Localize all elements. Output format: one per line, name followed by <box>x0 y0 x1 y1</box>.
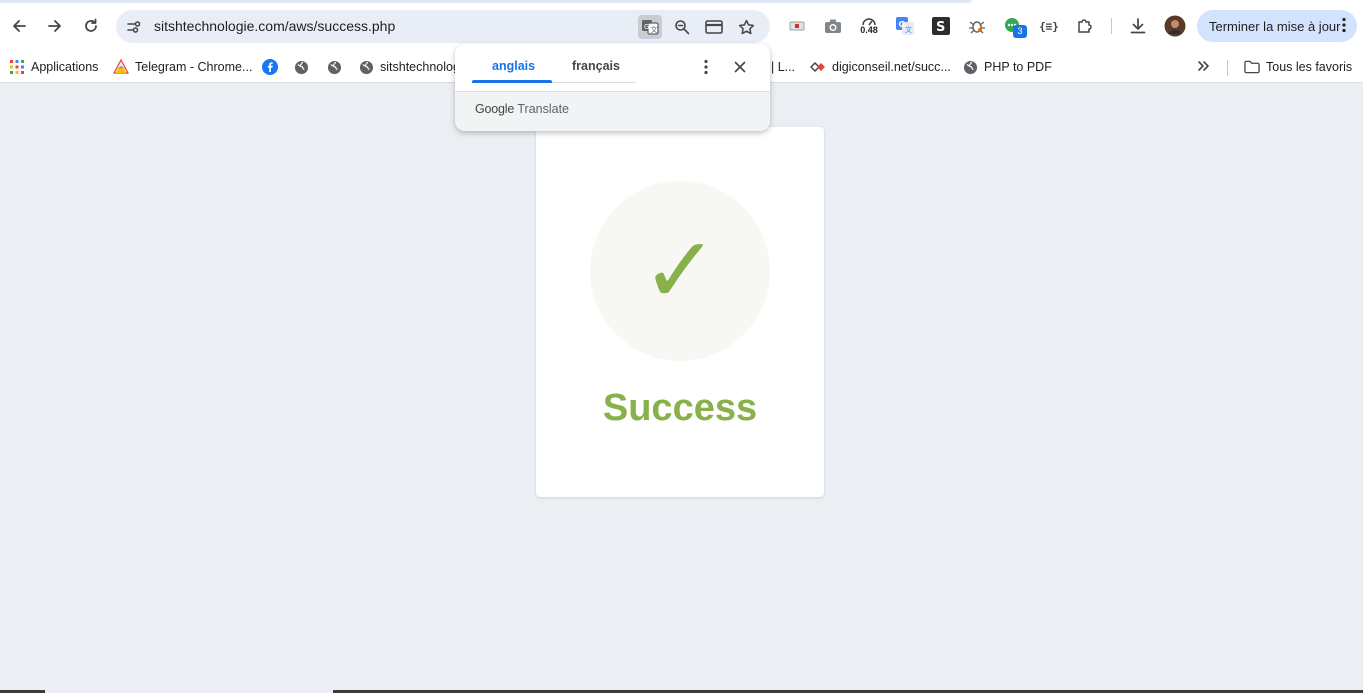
speed-extension-icon[interactable]: 0.48 <box>857 14 881 38</box>
address-bar[interactable]: sitshtechnologie.com/aws/success.php G文 <box>116 10 770 43</box>
bookmark-label: PHP to PDF <box>984 60 1052 74</box>
update-button-label: Terminer la mise à jour <box>1209 18 1341 34</box>
s-extension-icon[interactable]: S <box>929 14 953 38</box>
bookmarks-overflow-button[interactable] <box>1197 56 1211 78</box>
success-circle: ✓ <box>590 181 770 361</box>
active-tab-indicator <box>472 80 552 83</box>
success-card: ✓ Success <box>536 127 824 497</box>
reload-button[interactable] <box>77 12 105 40</box>
more-vertical-icon[interactable] <box>1342 17 1346 36</box>
avatar[interactable] <box>1163 14 1187 38</box>
bookmark-sitshtechnologie[interactable]: sitshtechnolog <box>358 56 460 78</box>
tab-strip-edge <box>0 0 972 3</box>
translate-footer: Google Translate <box>455 91 770 131</box>
folder-icon <box>1244 59 1260 75</box>
forward-button[interactable] <box>41 12 69 40</box>
camera-icon[interactable] <box>821 14 845 38</box>
close-icon[interactable] <box>730 57 750 77</box>
speed-badge: 0.48 <box>860 25 878 35</box>
toolbar-divider <box>1111 18 1112 34</box>
bookmark-label: Applications <box>31 60 99 74</box>
checkmark-icon: ✓ <box>641 217 719 324</box>
brand-google: Google <box>475 102 515 116</box>
svg-text:文: 文 <box>651 25 658 34</box>
svg-text:文: 文 <box>905 25 912 34</box>
update-button[interactable]: Terminer la mise à jour <box>1197 10 1357 42</box>
globe-icon <box>293 59 309 75</box>
back-button[interactable] <box>5 12 33 40</box>
arrow-right-icon <box>48 20 61 32</box>
facebook-icon <box>262 59 278 75</box>
arrow-left-icon <box>13 20 26 32</box>
bookmark-label: sitshtechnolog <box>380 60 460 74</box>
google-translate-extension-icon[interactable]: G文 <box>893 14 917 38</box>
bug-extension-icon[interactable] <box>965 14 989 38</box>
star-icon[interactable] <box>734 15 758 39</box>
bookmark-facebook[interactable] <box>262 56 284 78</box>
translate-popup: anglais français Google Translate <box>455 44 770 131</box>
svg-text:G: G <box>644 23 649 31</box>
site-info-icon[interactable] <box>124 17 144 37</box>
bookmark-digiconseil[interactable]: digiconseil.net/succ... <box>810 56 951 78</box>
more-vertical-icon[interactable] <box>698 57 714 77</box>
brand-product: Translate <box>517 102 570 116</box>
url-text[interactable]: sitshtechnologie.com/aws/success.php <box>154 18 395 34</box>
bookmark-label: Telegram - Chrome... <box>135 60 253 74</box>
bookmark-php-to-pdf[interactable]: PHP to PDF <box>962 56 1052 78</box>
digiconseil-icon <box>810 59 826 75</box>
puzzle-icon[interactable] <box>1073 14 1097 38</box>
tab-francais[interactable]: français <box>572 59 620 73</box>
globe-icon <box>326 59 342 75</box>
braces-extension-icon[interactable]: {≡} <box>1037 14 1061 38</box>
all-bookmarks-button[interactable]: Tous les favoris <box>1244 56 1352 78</box>
extension-tab-icon[interactable] <box>785 14 809 38</box>
globe-icon <box>962 59 978 75</box>
bookmarks-divider <box>1227 60 1228 76</box>
reload-icon <box>85 18 97 32</box>
apps-grid-icon <box>9 59 25 75</box>
globe-icon <box>358 59 374 75</box>
notification-badge: 3 <box>1013 25 1027 38</box>
card-icon[interactable] <box>702 15 726 39</box>
zoom-icon[interactable] <box>670 15 694 39</box>
svg-text:S: S <box>936 20 945 35</box>
bookmark-label: | L... <box>771 60 796 74</box>
all-bookmarks-label: Tous les favoris <box>1266 60 1353 74</box>
bookmark-telegram[interactable]: Telegram - Chrome... <box>113 56 252 78</box>
bookmark-label: digiconseil.net/succ... <box>832 60 951 74</box>
tab-anglais[interactable]: anglais <box>492 59 535 73</box>
double-chevron-right-icon <box>1197 60 1211 75</box>
bookmark-truncated[interactable]: | L... <box>771 56 795 78</box>
bookmark-globe-1[interactable] <box>293 56 315 78</box>
chat-extension-icon[interactable]: 3 <box>1001 14 1027 38</box>
bookmark-globe-2[interactable] <box>326 56 348 78</box>
google-translate-brand: Google Translate <box>475 102 569 116</box>
success-title: Success <box>602 387 758 429</box>
translate-icon[interactable]: G文 <box>638 15 662 39</box>
telegram-icon <box>113 59 129 75</box>
bookmark-applications[interactable]: Applications <box>9 56 98 78</box>
download-icon[interactable] <box>1126 14 1150 38</box>
